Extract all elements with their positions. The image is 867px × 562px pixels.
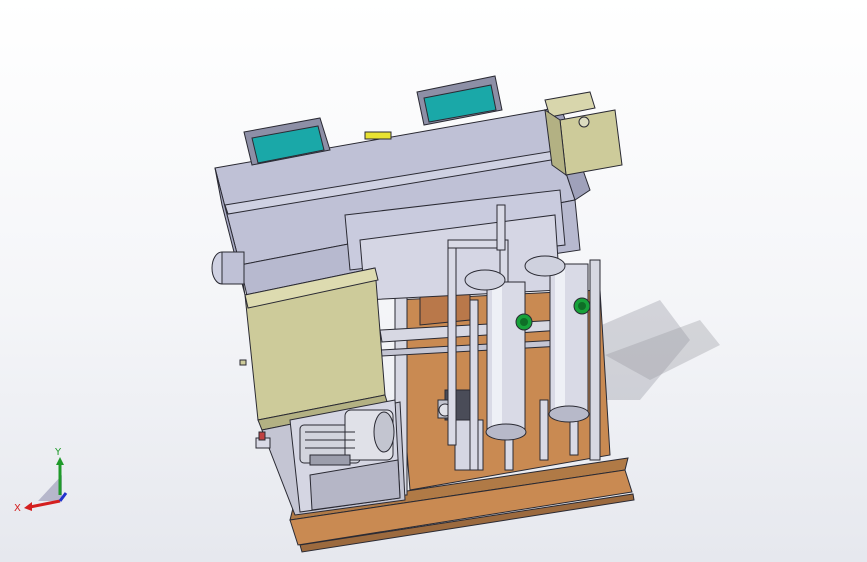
y-axis-label: Y	[54, 447, 62, 458]
ground-shadow	[590, 300, 720, 400]
display-screen-right	[416, 75, 503, 126]
right-control-box	[544, 91, 623, 177]
left-outlet	[211, 251, 245, 285]
x-axis-line	[29, 499, 61, 509]
pressure-gauge-left	[515, 313, 533, 331]
axis-triad[interactable]: Y X	[10, 445, 80, 515]
x-axis-label: X	[14, 503, 21, 514]
x-axis-arrow	[24, 502, 32, 511]
pressure-gauge-right	[573, 297, 591, 315]
cad-viewport[interactable]	[0, 0, 867, 562]
y-axis-arrow	[56, 457, 64, 465]
